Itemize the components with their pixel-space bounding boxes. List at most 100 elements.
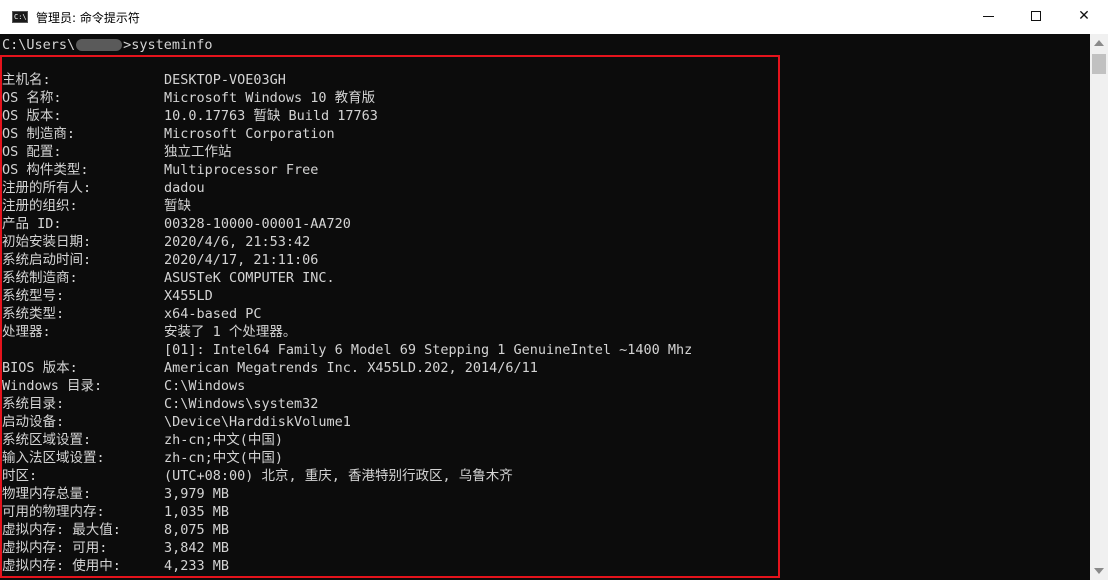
systeminfo-key: OS 制造商: — [2, 126, 76, 142]
systeminfo-key: 系统区域设置: — [2, 432, 92, 448]
scroll-down-arrow-icon[interactable] — [1094, 568, 1104, 574]
systeminfo-row: 启动设备: \Device\HarddiskVolume1 — [2, 413, 1082, 431]
systeminfo-key: OS 配置: — [2, 144, 62, 160]
systeminfo-row: 系统目录: C:\Windows\system32 — [2, 395, 1082, 413]
systeminfo-key: 系统目录: — [2, 396, 65, 412]
systeminfo-key: 虚拟内存: 最大值: — [2, 522, 121, 538]
systeminfo-row: [01]: Intel64 Family 6 Model 69 Stepping… — [2, 341, 1082, 359]
systeminfo-value: American Megatrends Inc. X455LD.202, 201… — [164, 360, 538, 376]
systeminfo-value: Multiprocessor Free — [164, 162, 319, 178]
systeminfo-row: 产品 ID: 00328-10000-00001-AA720 — [2, 215, 1082, 233]
systeminfo-value: Microsoft Corporation — [164, 126, 335, 142]
systeminfo-value: 10.0.17763 暂缺 Build 17763 — [164, 108, 378, 124]
systeminfo-value: [01]: Intel64 Family 6 Model 69 Stepping… — [164, 342, 693, 358]
systeminfo-key: 注册的所有人: — [2, 180, 92, 196]
systeminfo-value: 8,075 MB — [164, 522, 230, 538]
systeminfo-value: x64-based PC — [164, 306, 262, 322]
systeminfo-value: 1,035 MB — [164, 504, 230, 520]
systeminfo-key: 时区: — [2, 468, 38, 484]
scroll-thumb[interactable] — [1092, 54, 1106, 74]
systeminfo-key: 系统启动时间: — [2, 252, 92, 268]
systeminfo-row: 虚拟内存: 可用: 3,842 MB — [2, 539, 1082, 557]
systeminfo-key: 处理器: — [2, 324, 51, 340]
systeminfo-value: X455LD — [164, 288, 213, 304]
systeminfo-value: 安装了 1 个处理器。 — [164, 324, 297, 340]
systeminfo-key: 物理内存总量: — [2, 486, 92, 502]
systeminfo-value: 2020/4/6, 21:53:42 — [164, 234, 311, 250]
systeminfo-value: 4,233 MB — [164, 558, 230, 574]
systeminfo-row: 系统型号: X455LD — [2, 287, 1082, 305]
systeminfo-value: 3,842 MB — [164, 540, 230, 556]
systeminfo-key: 输入法区域设置: — [2, 450, 105, 466]
systeminfo-value: ASUSTeK COMPUTER INC. — [164, 270, 335, 286]
systeminfo-value: zh-cn;中文(中国) — [164, 450, 284, 466]
systeminfo-row: 注册的组织: 暂缺 — [2, 197, 1082, 215]
systeminfo-row: 系统区域设置: zh-cn;中文(中国) — [2, 431, 1082, 449]
systeminfo-row: BIOS 版本: American Megatrends Inc. X455LD.… — [2, 359, 1082, 377]
systeminfo-key: 可用的物理内存: — [2, 504, 105, 520]
systeminfo-value: 2020/4/17, 21:11:06 — [164, 252, 319, 268]
prompt-command: >systeminfo — [123, 37, 213, 53]
systeminfo-row: 物理内存总量: 3,979 MB — [2, 485, 1082, 503]
systeminfo-row: 可用的物理内存: 1,035 MB — [2, 503, 1082, 521]
systeminfo-value: dadou — [164, 180, 205, 196]
systeminfo-key: 注册的组织: — [2, 198, 78, 214]
systeminfo-key: 产品 ID: — [2, 216, 62, 232]
systeminfo-key: 系统型号: — [2, 288, 65, 304]
systeminfo-row: OS 配置: 独立工作站 — [2, 143, 1082, 161]
systeminfo-key: OS 名称: — [2, 90, 62, 106]
minimize-button[interactable] — [964, 0, 1012, 32]
systeminfo-row: OS 构件类型: Multiprocessor Free — [2, 161, 1082, 179]
maximize-icon — [1031, 11, 1041, 21]
systeminfo-value: (UTC+08:00) 北京, 重庆, 香港特别行政区, 乌鲁木齐 — [164, 468, 513, 484]
systeminfo-row: 时区: (UTC+08:00) 北京, 重庆, 香港特别行政区, 乌鲁木齐 — [2, 467, 1082, 485]
window-title: 管理员: 命令提示符 — [36, 10, 140, 25]
vertical-scrollbar[interactable] — [1090, 34, 1108, 580]
systeminfo-value: C:\Windows — [164, 378, 246, 394]
redacted-username — [76, 39, 123, 51]
systeminfo-row: 输入法区域设置: zh-cn;中文(中国) — [2, 449, 1082, 467]
systeminfo-row: 系统类型: x64-based PC — [2, 305, 1082, 323]
systeminfo-key: Windows 目录: — [2, 378, 103, 394]
title-bar[interactable]: C:\ 管理员: 命令提示符 ✕ — [0, 0, 1108, 34]
cmd-icon: C:\ — [12, 11, 28, 23]
console-area[interactable]: C:\Users\ >systeminfo 主机名: DESKTOP-VOE03GH… — [0, 34, 1090, 580]
systeminfo-key: BIOS 版本: — [2, 360, 78, 376]
close-icon: ✕ — [1078, 8, 1090, 24]
maximize-button[interactable] — [1012, 0, 1060, 32]
window-controls: ✕ — [964, 0, 1108, 32]
systeminfo-value: 暂缺 — [164, 198, 191, 214]
minimize-icon — [982, 15, 994, 17]
systeminfo-row: 系统制造商: ASUSTeK COMPUTER INC. — [2, 269, 1082, 287]
systeminfo-value: DESKTOP-VOE03GH — [164, 72, 286, 88]
systeminfo-value: \Device\HarddiskVolume1 — [164, 414, 351, 430]
close-button[interactable]: ✕ — [1060, 0, 1108, 32]
systeminfo-key: 虚拟内存: 可用: — [2, 540, 108, 556]
scroll-up-arrow-icon[interactable] — [1094, 40, 1104, 46]
systeminfo-row: 主机名: DESKTOP-VOE03GH — [2, 71, 1082, 89]
systeminfo-row: OS 制造商: Microsoft Corporation — [2, 125, 1082, 143]
systeminfo-row: 虚拟内存: 使用中: 4,233 MB — [2, 557, 1082, 575]
systeminfo-value: zh-cn;中文(中国) — [164, 432, 284, 448]
systeminfo-row: 虚拟内存: 最大值: 8,075 MB — [2, 521, 1082, 539]
systeminfo-row: OS 版本: 10.0.17763 暂缺 Build 17763 — [2, 107, 1082, 125]
systeminfo-key: 虚拟内存: 使用中: — [2, 558, 121, 574]
systeminfo-output: 主机名: DESKTOP-VOE03GH OS 名称: Microsoft Windo… — [2, 71, 1082, 575]
systeminfo-key: 系统类型: — [2, 306, 65, 322]
systeminfo-row: 初始安装日期: 2020/4/6, 21:53:42 — [2, 233, 1082, 251]
systeminfo-key: OS 版本: — [2, 108, 62, 124]
systeminfo-key: 启动设备: — [2, 414, 65, 430]
systeminfo-value: 3,979 MB — [164, 486, 230, 502]
systeminfo-row: 注册的所有人: dadou — [2, 179, 1082, 197]
systeminfo-row: Windows 目录: C:\Windows — [2, 377, 1082, 395]
systeminfo-row: 处理器: 安装了 1 个处理器。 — [2, 323, 1082, 341]
prompt-prefix: C:\Users\ — [2, 37, 76, 53]
systeminfo-value: 独立工作站 — [164, 144, 232, 160]
systeminfo-key: 主机名: — [2, 72, 51, 88]
systeminfo-value: Microsoft Windows 10 教育版 — [164, 90, 376, 106]
systeminfo-value: C:\Windows\system32 — [164, 396, 319, 412]
systeminfo-row: 系统启动时间: 2020/4/17, 21:11:06 — [2, 251, 1082, 269]
cmd-icon-glyph: C:\ — [14, 13, 27, 21]
systeminfo-value: 00328-10000-00001-AA720 — [164, 216, 351, 232]
systeminfo-row: OS 名称: Microsoft Windows 10 教育版 — [2, 89, 1082, 107]
